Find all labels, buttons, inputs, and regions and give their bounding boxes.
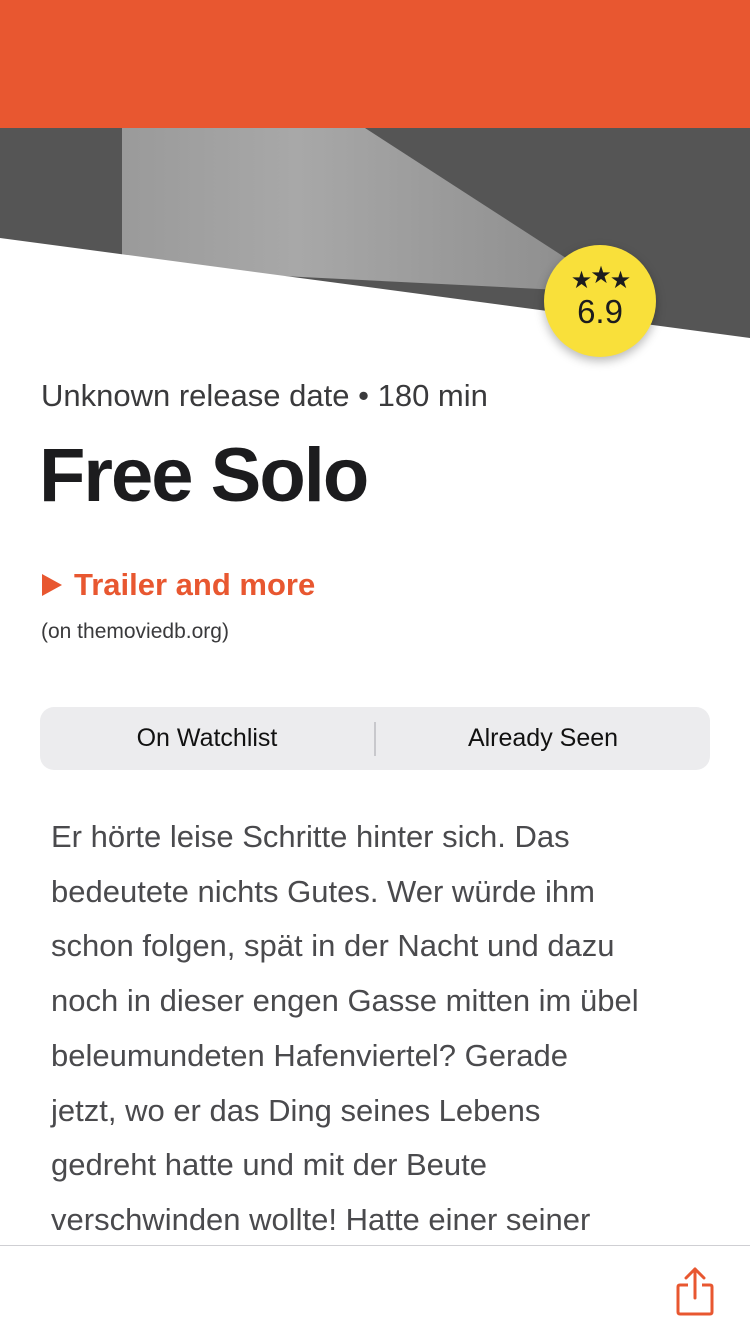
overview-line: gedreht hatte und mit der Beute: [51, 1147, 488, 1183]
trailer-link-label: Trailer and more: [74, 567, 316, 602]
overview-line: noch in dieser engen Gasse mitten im übe…: [51, 983, 639, 1019]
on-watchlist-button[interactable]: On Watchlist: [40, 707, 374, 770]
trailer-link[interactable]: Trailer and more: [42, 567, 315, 603]
movie-detail-screen: ★★★ 6.9 Unknown release date • 180 min F…: [0, 0, 750, 1334]
three-stars-icon: ★★★: [570, 261, 631, 294]
play-icon: [42, 574, 62, 596]
runtime: 180 min: [377, 378, 488, 413]
meta-separator: •: [358, 378, 369, 413]
rating-badge: ★★★ 6.9: [544, 245, 656, 357]
overview-line: jetzt, wo er das Ding seines Lebens: [51, 1092, 541, 1128]
bottom-toolbar: [0, 1245, 750, 1334]
navigation-bar: [0, 0, 750, 128]
overview-line: verschwinden wollte! Hatte einer seiner: [51, 1201, 591, 1237]
watch-status-segmented-control: On Watchlist Already Seen: [40, 707, 710, 770]
movie-overview: Er hörte leise Schritte hinter sich. Das…: [51, 810, 721, 1248]
share-button[interactable]: [666, 1262, 724, 1320]
share-icon: [676, 1267, 714, 1316]
already-seen-button[interactable]: Already Seen: [376, 707, 710, 770]
movie-title: Free Solo: [39, 433, 369, 518]
trailer-source: (on themoviedb.org): [41, 620, 229, 643]
release-info-line: Unknown release date • 180 min: [41, 378, 488, 414]
overview-line: Er hörte leise Schritte hinter sich. Das: [51, 819, 570, 854]
overview-line: schon folgen, spät in der Nacht und dazu: [51, 928, 615, 964]
overview-line: beleumundeten Hafenviertel? Gerade: [51, 1037, 569, 1073]
release-date: Unknown release date: [41, 378, 350, 413]
rating-value: 6.9: [577, 293, 623, 330]
overview-line: bedeutete nichts Gutes. Wer würde ihm: [51, 873, 595, 909]
